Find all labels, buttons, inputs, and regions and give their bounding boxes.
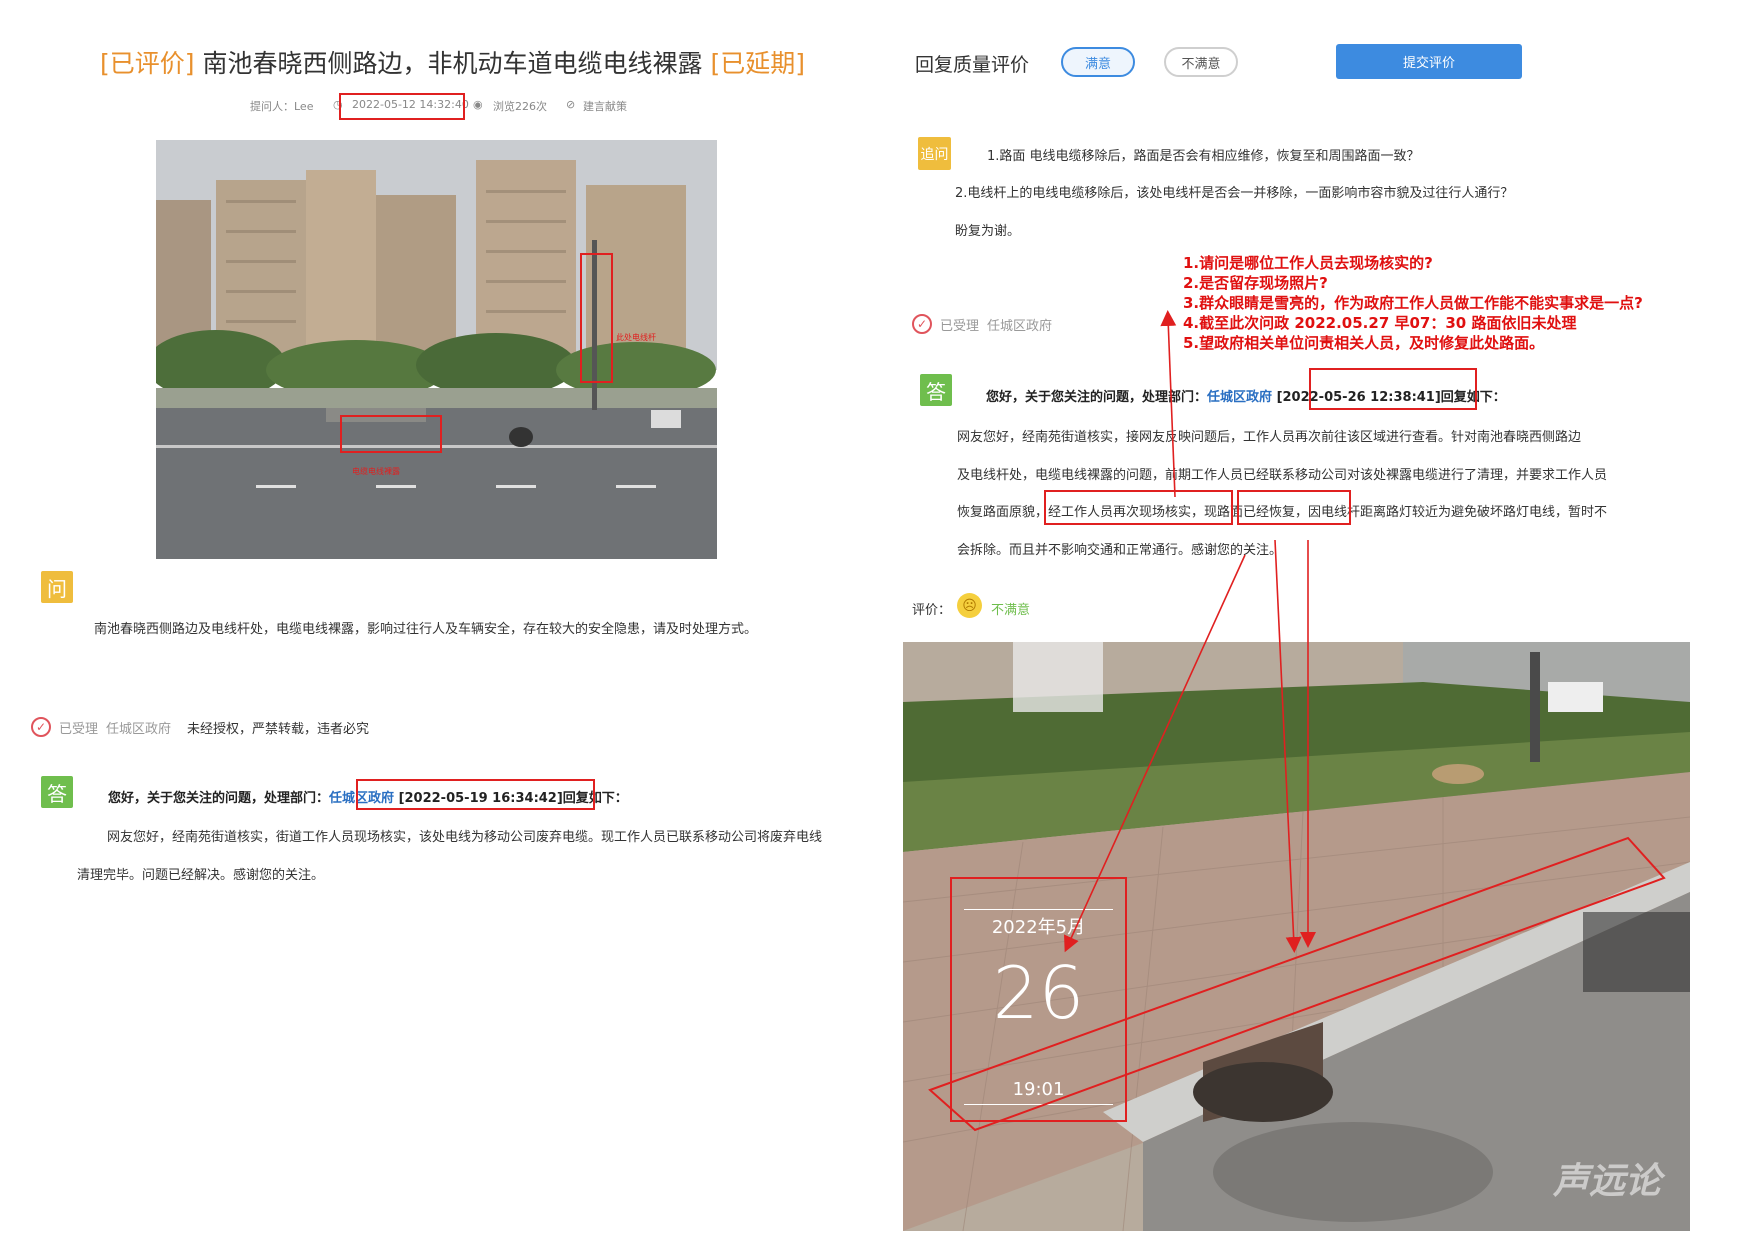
- arrow-line: [1160, 310, 1177, 498]
- arrow-line: [1274, 539, 1302, 953]
- annotation-arrows: [928, 310, 1666, 1132]
- arrow-line: [1064, 554, 1246, 953]
- highlight-region: [928, 836, 1666, 1132]
